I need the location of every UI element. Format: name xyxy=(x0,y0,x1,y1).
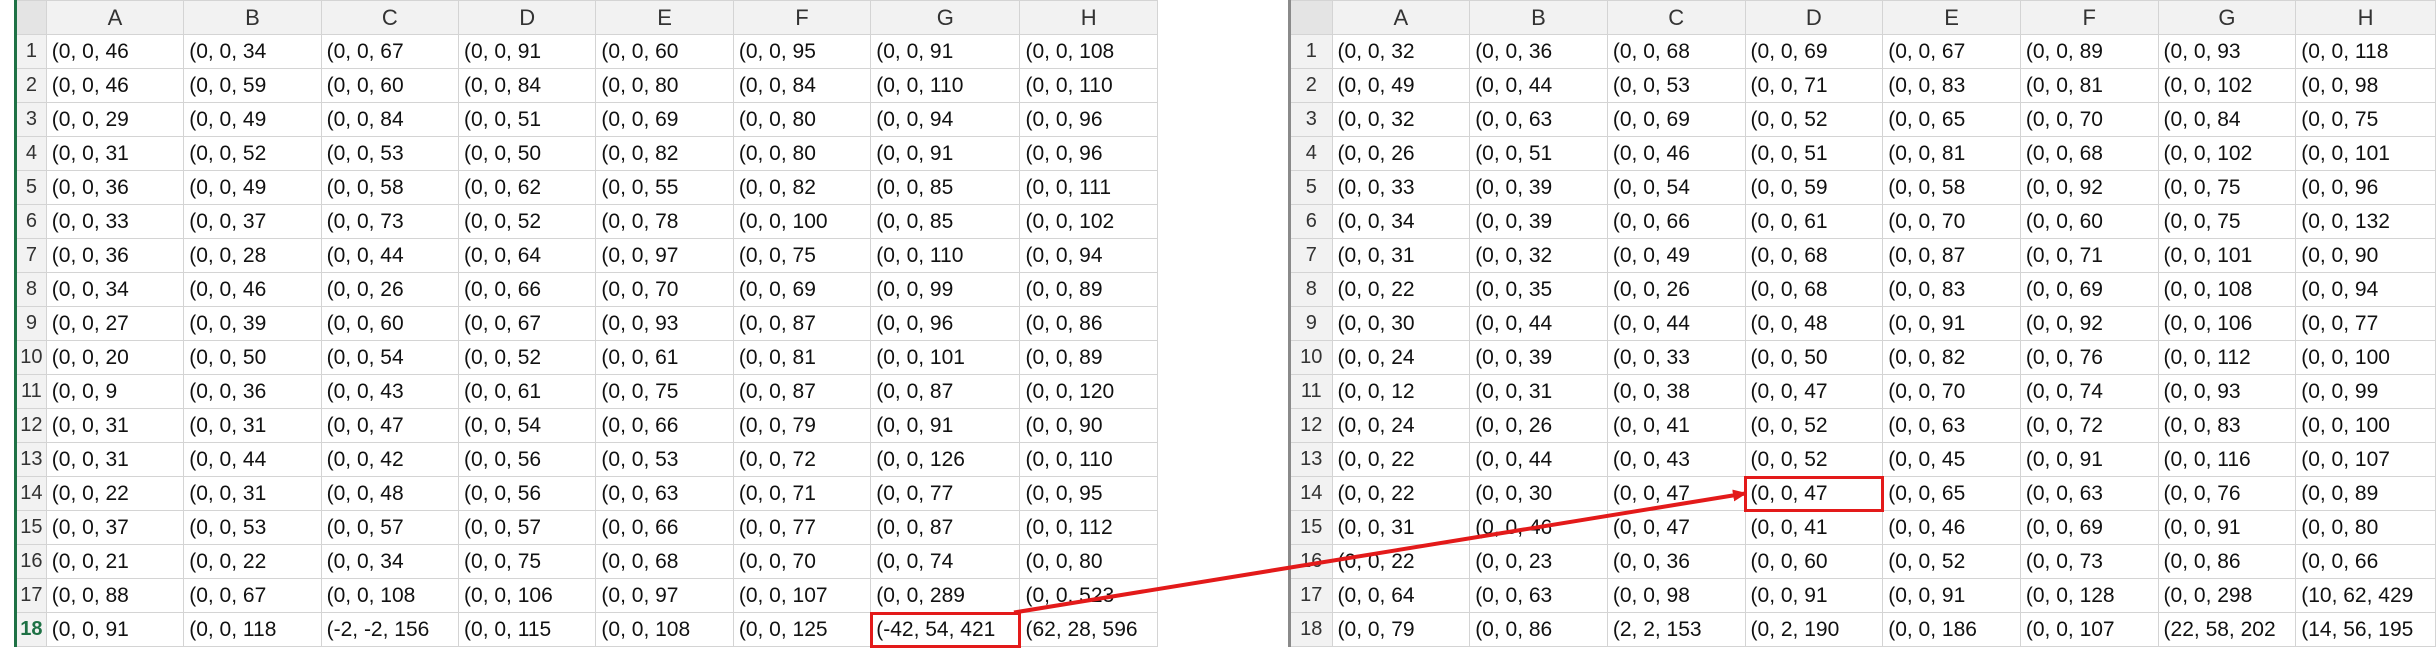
annotation-overlay xyxy=(1013,489,1748,615)
red-arrow xyxy=(1013,489,1748,615)
